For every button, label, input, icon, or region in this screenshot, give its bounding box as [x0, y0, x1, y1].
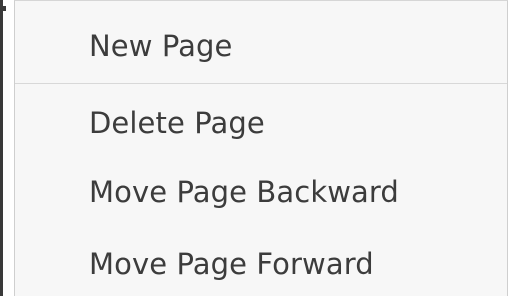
menu-item-label: New Page	[89, 29, 233, 63]
menu-separator	[15, 83, 507, 84]
screen: New Page Delete Page Move Page Backward …	[0, 0, 510, 296]
context-menu: New Page Delete Page Move Page Backward …	[14, 0, 508, 296]
menu-item-label: Move Page Forward	[89, 247, 374, 281]
menu-item-delete-page[interactable]: Delete Page	[15, 92, 507, 154]
window-edge-notch	[0, 6, 6, 11]
menu-item-label: Move Page Backward	[89, 175, 399, 209]
menu-item-label: Delete Page	[89, 106, 265, 140]
menu-item-new-page[interactable]: New Page	[15, 15, 507, 77]
menu-item-move-page-backward[interactable]: Move Page Backward	[15, 161, 507, 223]
window-edge	[0, 0, 3, 296]
menu-item-move-page-forward[interactable]: Move Page Forward	[15, 233, 507, 295]
